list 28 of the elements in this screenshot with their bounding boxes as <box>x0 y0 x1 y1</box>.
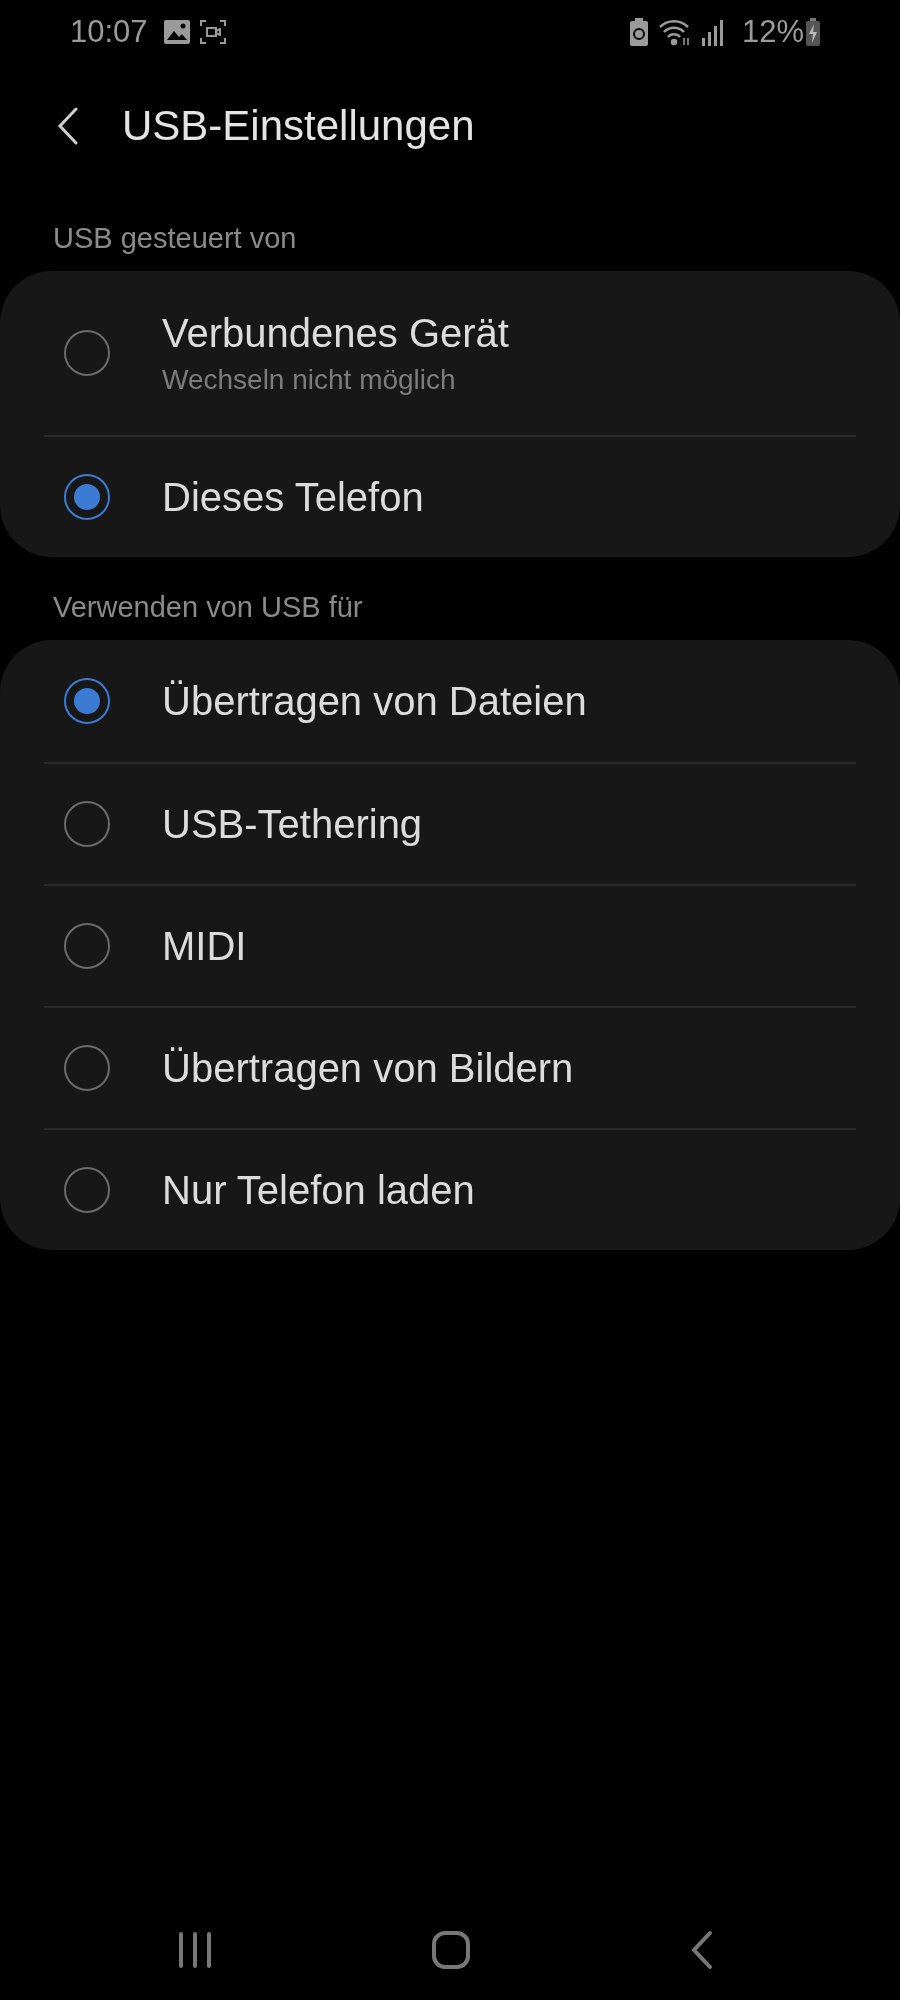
battery-saver-icon <box>629 18 648 46</box>
option-label[interactable]: Übertragen von Dateien <box>162 678 587 724</box>
radio-button[interactable] <box>64 678 110 724</box>
wifi-icon <box>657 18 692 46</box>
rounded-square-icon <box>431 1930 471 1970</box>
radio-button[interactable] <box>64 923 110 969</box>
section-label: USB gesteuert von <box>52 221 298 256</box>
three-bars-icon <box>178 1931 212 1969</box>
screen-record-icon <box>199 20 226 44</box>
option-sublabel: Wechseln nicht möglich <box>162 363 457 396</box>
status-time: 10:07 <box>70 14 148 50</box>
option-label[interactable]: Nur Telefon laden <box>162 1167 475 1213</box>
radio-button[interactable] <box>64 1167 110 1213</box>
option-label[interactable]: MIDI <box>162 923 247 969</box>
option-label[interactable]: USB-Tethering <box>162 801 423 847</box>
battery-charging-icon <box>806 18 820 46</box>
radio-button[interactable] <box>64 330 110 376</box>
section-label: Verwenden von USB für <box>52 590 364 625</box>
page-title: USB-Einstellungen <box>122 102 475 150</box>
radio-button[interactable] <box>64 1045 110 1091</box>
option-label[interactable]: Verbundenes Gerät <box>162 310 509 356</box>
radio-button[interactable] <box>64 474 110 520</box>
image-icon <box>163 20 190 44</box>
option-label[interactable]: Dieses Telefon <box>162 474 424 520</box>
signal-icon <box>701 18 726 46</box>
radio-button[interactable] <box>64 801 110 847</box>
battery-percent: 12% <box>741 14 804 50</box>
option-label[interactable]: Übertragen von Bildern <box>162 1045 574 1091</box>
